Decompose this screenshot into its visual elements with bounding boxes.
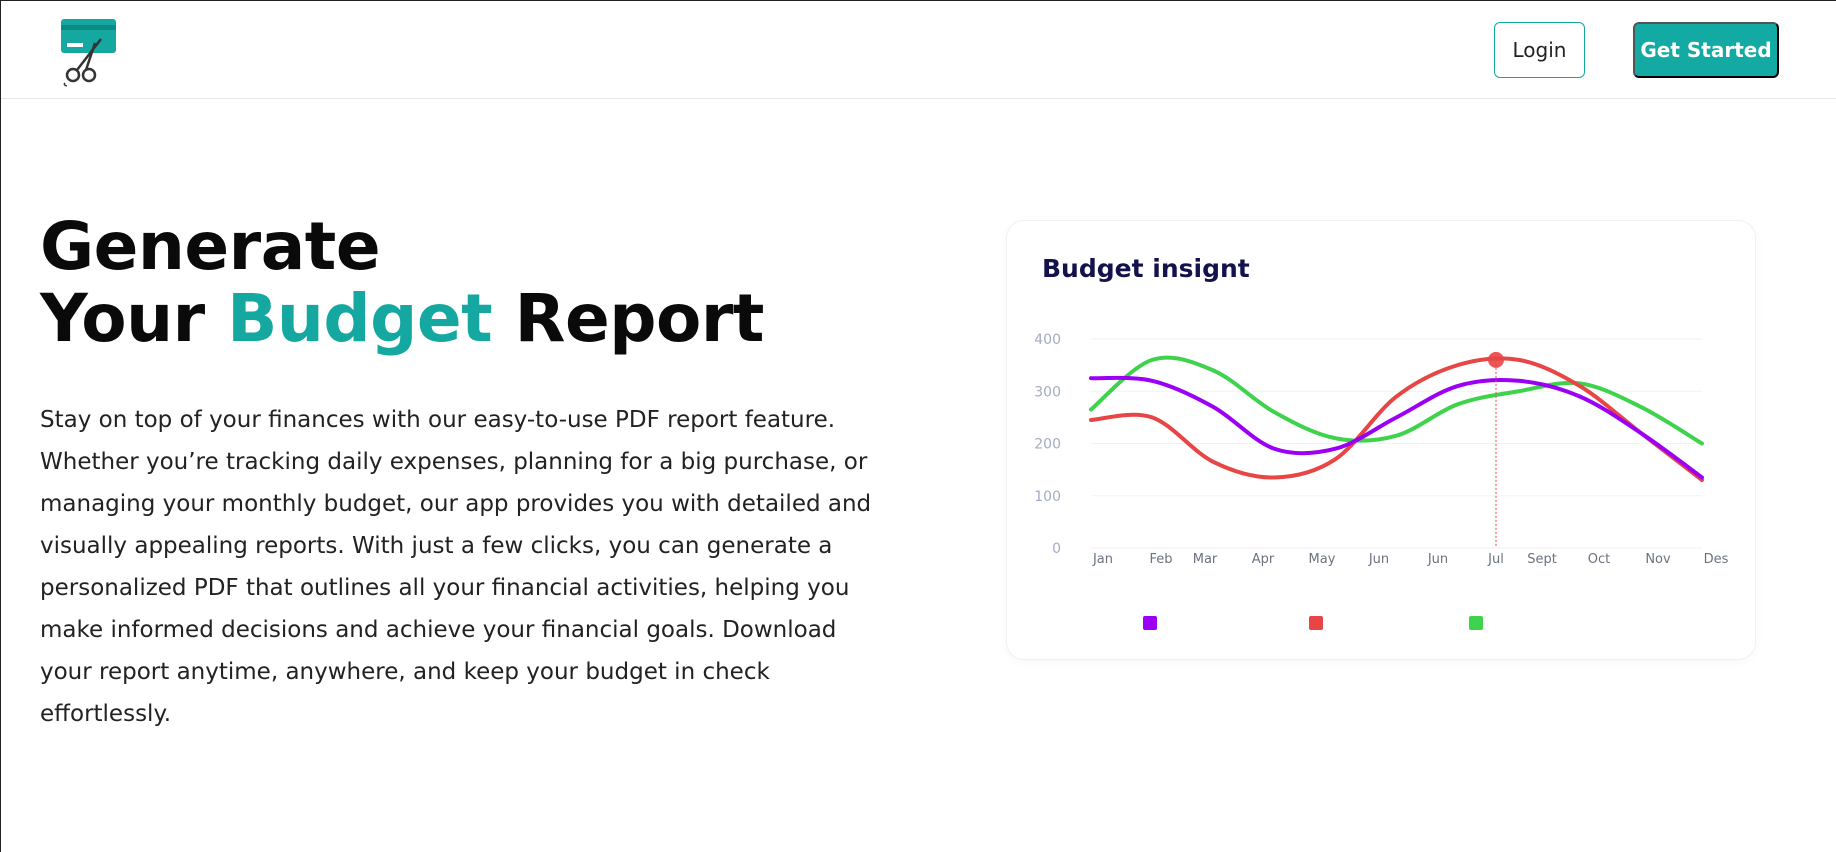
- legend-swatch: [1143, 616, 1157, 630]
- series-line: [1089, 355, 1704, 446]
- hero-description: Stay on top of your finances with our ea…: [40, 407, 872, 727]
- y-tick-label: 400: [1034, 332, 1061, 348]
- y-tick-label: 100: [1034, 489, 1061, 505]
- x-tick-label: Sept: [1527, 552, 1557, 567]
- login-button[interactable]: Login: [1494, 22, 1585, 78]
- navbar: Login Get Started: [1, 1, 1836, 99]
- hero-title-line1: Generate: [40, 208, 381, 285]
- get-started-button[interactable]: Get Started: [1633, 22, 1779, 78]
- y-tick-label: 200: [1034, 437, 1061, 453]
- x-tick-label: Jun: [1427, 552, 1448, 567]
- y-tick-label: 0: [1052, 541, 1061, 557]
- x-tick-label: Des: [1704, 552, 1729, 567]
- hero-title-accent: Budget: [227, 280, 493, 357]
- hero-title-line2-pre: Your: [40, 280, 228, 357]
- logo-icon[interactable]: [59, 17, 121, 87]
- x-tick-label: Mar: [1193, 552, 1218, 567]
- x-tick-label: Jan: [1092, 552, 1113, 567]
- x-tick-label: Jun: [1368, 552, 1389, 567]
- budget-line-chart: 0 100 200 300 400 Jan Feb Mar Apr May Jun Jun Jul Sep…: [1034, 332, 1729, 630]
- legend-swatch: [1469, 616, 1483, 630]
- hero-title-line2-post: Report: [492, 280, 765, 357]
- highlight-point: [1488, 351, 1504, 368]
- y-tick-label: 300: [1034, 384, 1061, 400]
- x-tick-label: Oct: [1588, 552, 1610, 567]
- x-tick-label: May: [1309, 552, 1336, 567]
- hero-title: Generate Your Budget Report: [40, 211, 764, 355]
- legend-swatch: [1309, 616, 1323, 630]
- x-tick-label: Apr: [1252, 552, 1275, 567]
- x-tick-label: Nov: [1645, 552, 1671, 567]
- x-tick-label: Feb: [1149, 552, 1172, 567]
- budget-insight-card: Budget insignt 0 100 200 300 400 Jan Feb Mar Apr…: [1006, 220, 1756, 660]
- x-tick-label: Jul: [1487, 552, 1504, 567]
